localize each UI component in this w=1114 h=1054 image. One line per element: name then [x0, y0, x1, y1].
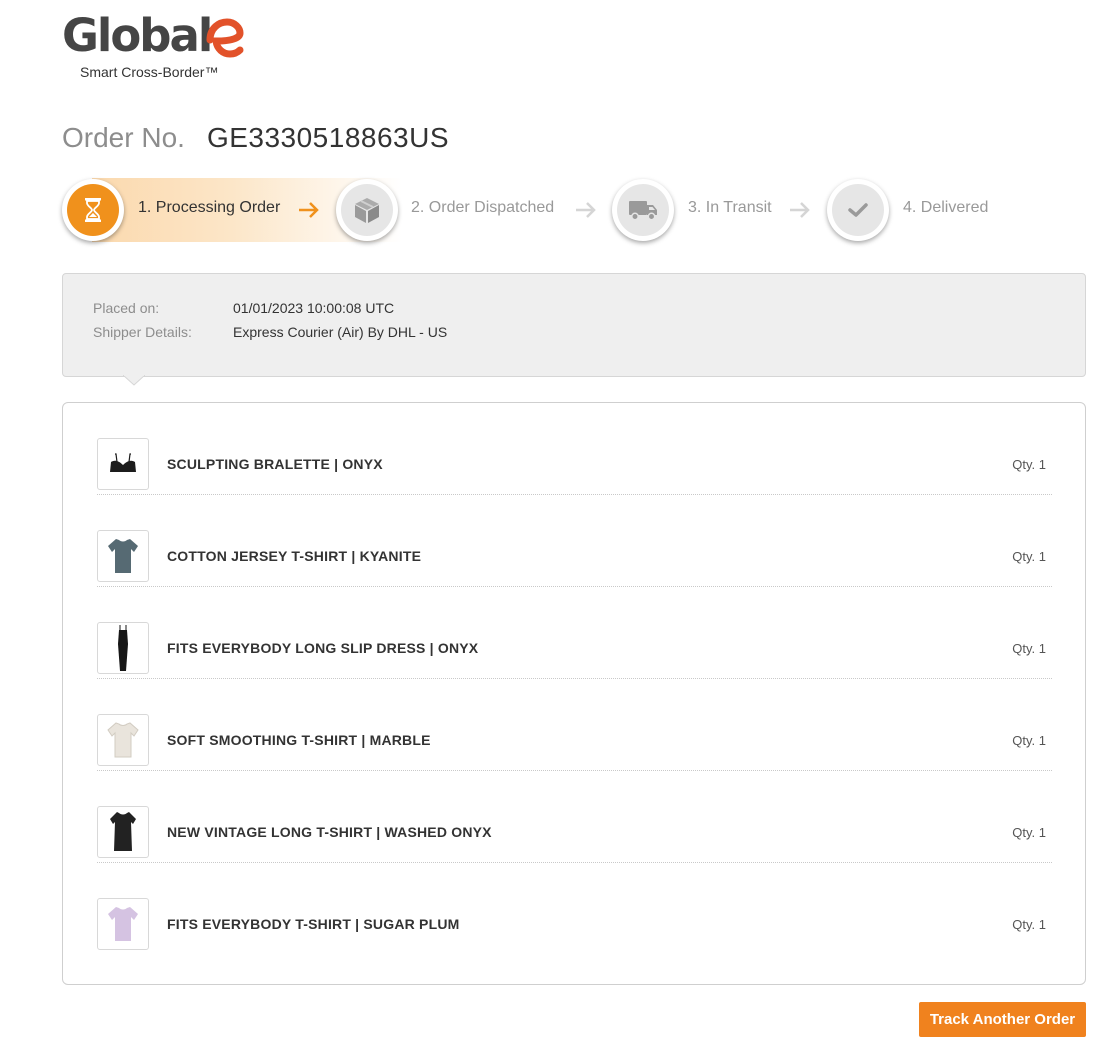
order-number: GE3330518863US — [206, 122, 450, 153]
bralette-image — [110, 453, 136, 472]
order-details-panel: Placed on: 01/01/2023 10:00:08 UTC Shippe… — [62, 273, 1086, 386]
hourglass-icon — [85, 198, 101, 222]
list-item: SOFT SMOOTHING T-SHIRT | MARBLE Qty. 1 — [97, 679, 1052, 771]
order-title: Order No. GE3330518863US — [62, 122, 449, 154]
logo-tagline: Smart Cross-Border™ — [80, 64, 219, 80]
order-progress-steps: 1. Processing Order 2. Order Dispatched — [62, 176, 1062, 246]
placed-on-row: Placed on: 01/01/2023 10:00:08 UTC — [93, 300, 394, 316]
item-quantity: Qty. 1 — [1012, 733, 1046, 748]
slip-dress-image — [118, 625, 128, 671]
shipper-details-value: Express Courier (Air) By DHL - US — [233, 324, 448, 340]
track-another-order-button[interactable]: Track Another Order — [919, 1002, 1086, 1037]
item-quantity: Qty. 1 — [1012, 917, 1046, 932]
item-quantity: Qty. 1 — [1012, 457, 1046, 472]
global-e-logo: Global Smart Cross-Border™ — [62, 12, 262, 82]
placed-on-value: 01/01/2023 10:00:08 UTC — [233, 300, 395, 316]
item-name: FITS EVERYBODY LONG SLIP DRESS | ONYX — [167, 640, 479, 656]
step-4-label: 4. Delivered — [903, 199, 989, 216]
placed-on-label: Placed on: — [93, 300, 160, 316]
item-name: NEW VINTAGE LONG T-SHIRT | WASHED ONYX — [167, 824, 492, 840]
item-name: SCULPTING BRALETTE | ONYX — [167, 456, 383, 472]
tshirt-image — [108, 539, 138, 573]
step-delivered — [827, 179, 889, 241]
step-1-label: 1. Processing Order — [138, 199, 281, 216]
order-items-list: SCULPTING BRALETTE | ONYX Qty. 1 COTTON … — [62, 402, 1086, 985]
product-thumbnail — [97, 714, 149, 766]
product-thumbnail — [97, 898, 149, 950]
item-name: COTTON JERSEY T-SHIRT | KYANITE — [167, 548, 422, 564]
logo-wordmark: Global — [62, 9, 213, 62]
check-icon — [848, 203, 868, 217]
product-thumbnail — [97, 530, 149, 582]
step-in-transit — [612, 179, 674, 241]
product-thumbnail — [97, 806, 149, 858]
arrow-right-icon — [299, 202, 319, 218]
long-tshirt-image — [110, 812, 136, 851]
logo-e-mark — [206, 18, 244, 58]
list-item: COTTON JERSEY T-SHIRT | KYANITE Qty. 1 — [97, 495, 1052, 587]
item-quantity: Qty. 1 — [1012, 825, 1046, 840]
item-name: FITS EVERYBODY T-SHIRT | SUGAR PLUM — [167, 916, 460, 932]
shipper-details-row: Shipper Details: Express Courier (Air) By… — [93, 324, 447, 340]
order-label: Order No. — [62, 122, 185, 153]
box-icon — [355, 198, 379, 223]
tshirt-image — [107, 722, 139, 758]
list-item: NEW VINTAGE LONG T-SHIRT | WASHED ONYX Q… — [97, 771, 1052, 863]
step-2-label: 2. Order Dispatched — [411, 199, 555, 216]
details-pointer — [123, 375, 145, 386]
list-item: FITS EVERYBODY LONG SLIP DRESS | ONYX Qt… — [97, 587, 1052, 679]
truck-icon — [629, 201, 657, 221]
product-thumbnail — [97, 438, 149, 490]
list-item: FITS EVERYBODY T-SHIRT | SUGAR PLUM Qty.… — [97, 863, 1052, 955]
list-item: SCULPTING BRALETTE | ONYX Qty. 1 — [97, 403, 1052, 495]
tshirt-image — [108, 907, 138, 941]
product-thumbnail — [97, 622, 149, 674]
arrow-right-icon — [790, 202, 810, 218]
item-quantity: Qty. 1 — [1012, 549, 1046, 564]
step-order-dispatched — [336, 179, 398, 241]
step-processing-order — [62, 179, 124, 241]
step-3-label: 3. In Transit — [688, 199, 772, 216]
item-name: SOFT SMOOTHING T-SHIRT | MARBLE — [167, 732, 431, 748]
arrow-right-icon — [576, 202, 596, 218]
shipper-details-label: Shipper Details: — [93, 324, 192, 340]
item-quantity: Qty. 1 — [1012, 641, 1046, 656]
